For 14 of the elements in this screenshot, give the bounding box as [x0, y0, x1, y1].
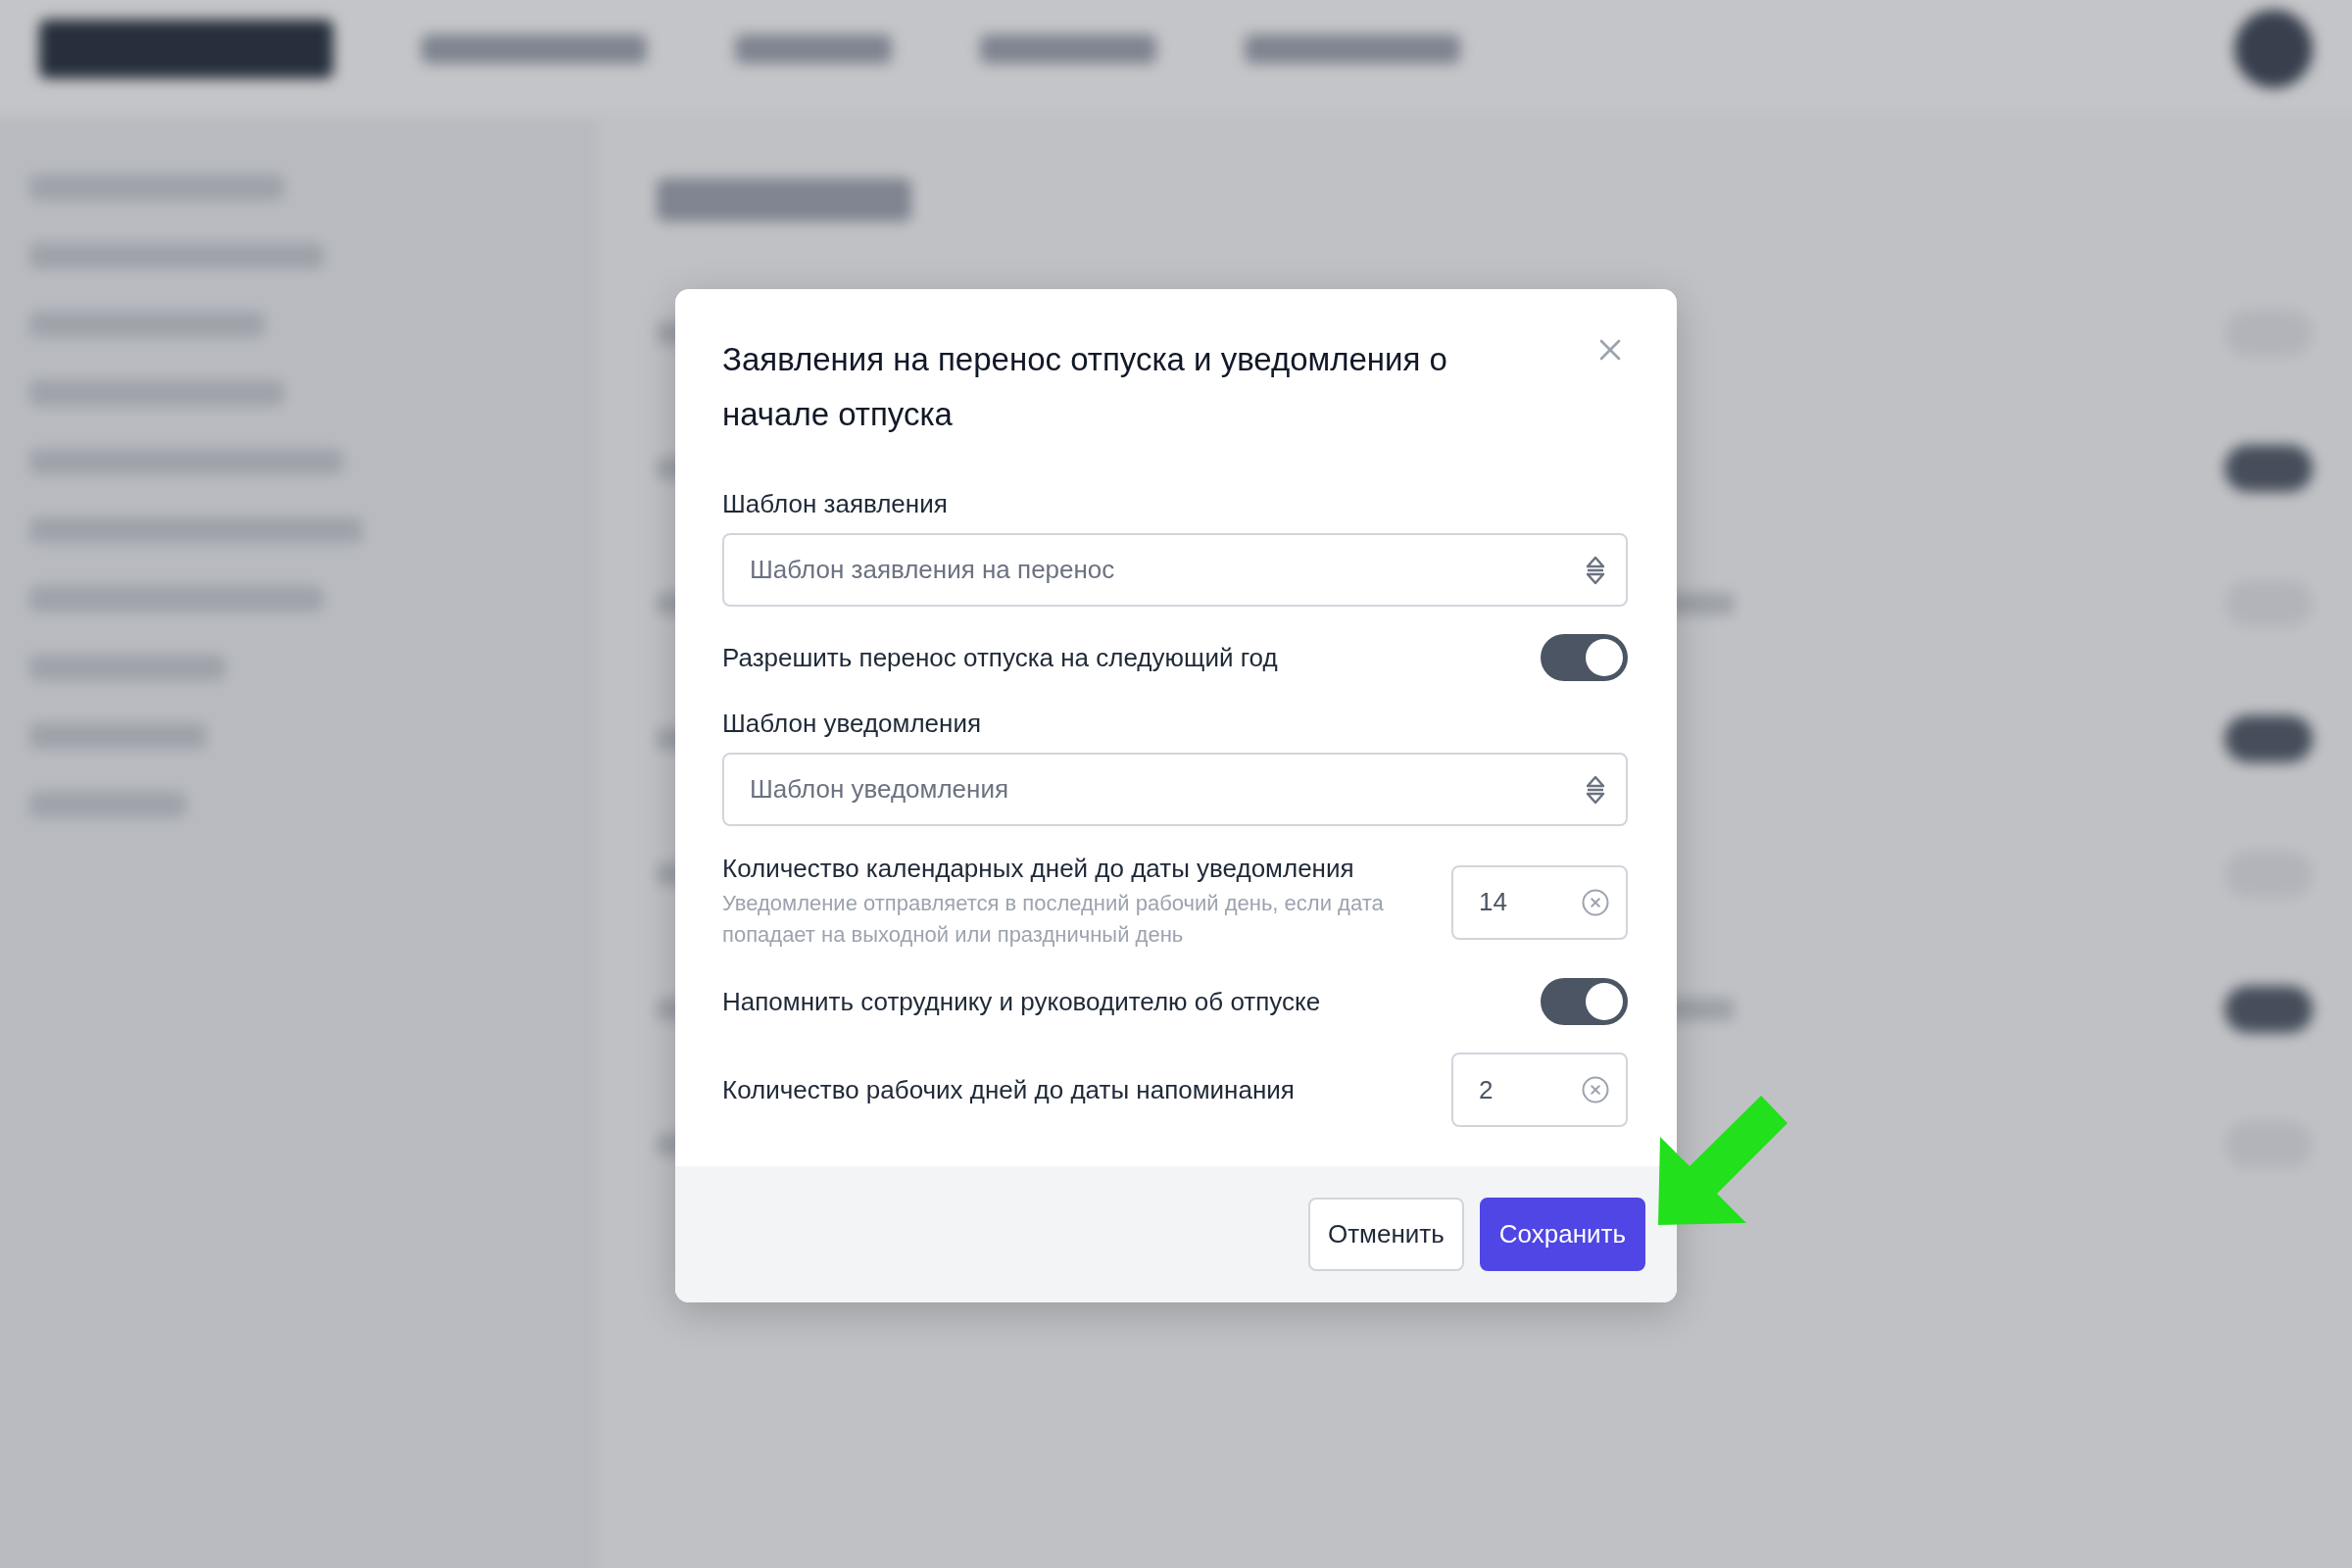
template-select[interactable]: Шаблон заявления на перенос	[722, 533, 1628, 607]
template-select[interactable]: Шаблон уведомления	[722, 753, 1628, 826]
save-button[interactable]: Сохранить	[1479, 1198, 1645, 1271]
field-label: Шаблон уведомления	[722, 709, 983, 739]
toggle-label: Напомнить сотруднику и руководителю об отпуске	[722, 986, 1321, 1017]
field-label: Шаблон заявления	[722, 489, 949, 519]
number-field[interactable]: 2	[1451, 1053, 1628, 1127]
toggle-label: Разрешить перенос отпуска на следующий год	[722, 642, 1278, 673]
field-label: Количество рабочих дней до даты напоминания	[722, 1074, 1295, 1105]
cancel-button[interactable]: Отменить	[1308, 1198, 1464, 1271]
field-label: Количество календарных дней до даты уведомления	[722, 854, 1355, 884]
dialog-title: Заявления на перенос отпуска и уведомления о начале отпуска	[722, 340, 1448, 434]
field-hint: Уведомление отправляется в последний рабочий день, если дата попадает на выходной или праздничный день	[722, 890, 1385, 949]
number-field[interactable]: 14	[1451, 864, 1628, 940]
